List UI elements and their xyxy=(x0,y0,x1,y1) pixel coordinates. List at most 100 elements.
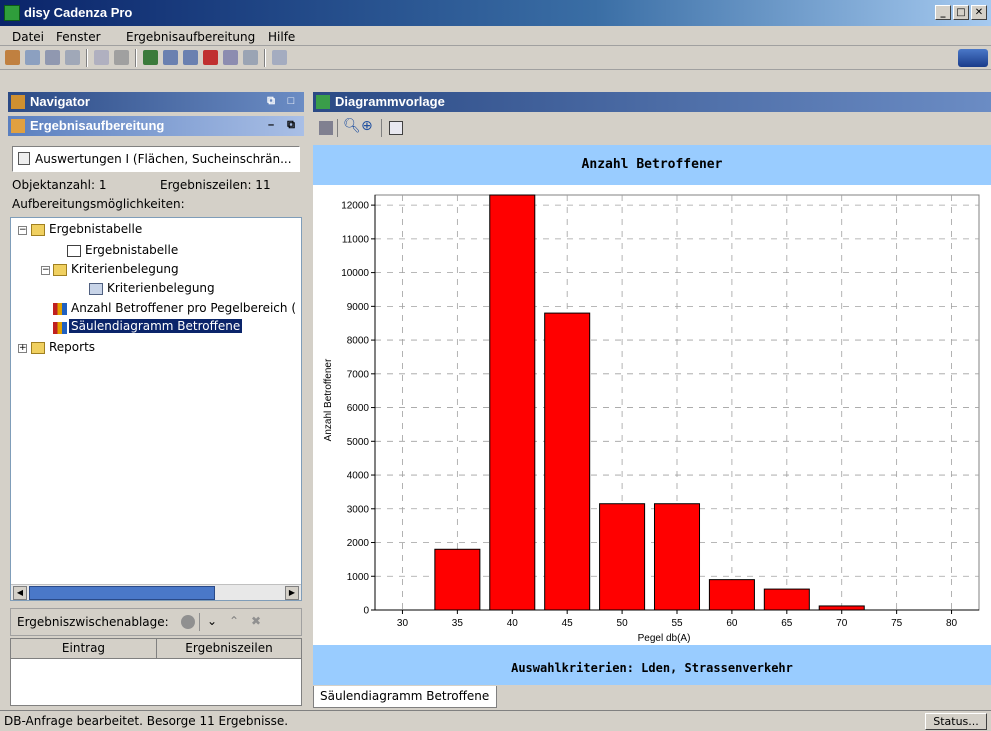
chart-toolbar: 🔍︎ ⊕ xyxy=(313,116,991,140)
maximize-button[interactable]: □ xyxy=(953,5,969,20)
chart-title: Anzahl Betroffener xyxy=(581,157,723,172)
y-tick-label: 4000 xyxy=(347,471,370,482)
y-tick-label: 2000 xyxy=(347,538,370,549)
y-tick-label: 12000 xyxy=(341,201,369,212)
x-tick-label: 55 xyxy=(671,618,683,629)
query-icon[interactable] xyxy=(163,50,178,65)
tree-item-anzahl-betroffener[interactable]: Anzahl Betroffener pro Pegelbereich ( xyxy=(71,301,296,315)
y-tick-label: 3000 xyxy=(347,504,370,515)
y-tick-label: 0 xyxy=(363,606,369,617)
save-icon[interactable] xyxy=(319,121,333,135)
toolbar-separator xyxy=(135,49,137,67)
diagramm-header: Diagrammvorlage xyxy=(313,92,991,112)
clipboard-icon[interactable] xyxy=(181,615,195,629)
y-tick-label: 11000 xyxy=(342,234,370,245)
menu-datei[interactable]: Datei xyxy=(12,30,44,44)
folder-open-icon xyxy=(31,224,45,236)
navigator-icon xyxy=(11,95,25,109)
scroll-thumb[interactable] xyxy=(29,586,215,600)
menu-ergebnisaufbereitung[interactable]: Ergebnisaufbereitung xyxy=(126,30,255,44)
objektanzahl: Objektanzahl: 1 xyxy=(12,178,107,192)
x-tick-label: 60 xyxy=(726,618,738,629)
bar xyxy=(818,605,865,611)
col-header-ergebniszeilen[interactable]: Ergebniszeilen xyxy=(157,639,301,659)
restore-icon[interactable]: ⧉ xyxy=(264,94,278,108)
zoom-icon[interactable]: 🔍︎ xyxy=(343,118,361,134)
menu-fenster[interactable]: Fenster xyxy=(56,30,101,44)
bar xyxy=(544,312,591,611)
bar xyxy=(489,194,536,611)
x-tick-label: 65 xyxy=(781,618,793,629)
x-tick-label: 75 xyxy=(891,618,903,629)
tree-hscrollbar[interactable]: ◀ ▶ xyxy=(11,584,301,600)
tree-item-kriterienbelegung-folder[interactable]: Kriterienbelegung xyxy=(71,262,179,276)
tab-saeulendiagramm[interactable]: Säulendiagramm Betroffene xyxy=(313,686,497,708)
menu-hilfe[interactable]: Hilfe xyxy=(268,30,295,44)
zwischenablage-bar: Ergebniszwischenablage: ⌄ ⌃ ✖ xyxy=(10,608,302,636)
tree-icon[interactable] xyxy=(25,50,40,65)
stop-icon[interactable] xyxy=(114,50,129,65)
minimize-button[interactable]: _ xyxy=(935,5,951,20)
chart-icon[interactable] xyxy=(203,50,218,65)
aufbereitung-tree: − Ergebnistabelle Ergebnistabelle − Krit… xyxy=(10,217,302,601)
chart-icon xyxy=(53,303,67,315)
col-header-eintrag[interactable]: Eintrag xyxy=(11,639,157,659)
query-edit-icon[interactable] xyxy=(183,50,198,65)
y-tick-label: 1000 xyxy=(347,572,370,583)
minimize-icon[interactable]: – xyxy=(264,118,278,132)
title-bar: disy Cadenza Pro _ □ ✕ xyxy=(0,0,991,26)
bar xyxy=(708,579,755,611)
filter-icon xyxy=(89,283,103,295)
main-toolbar xyxy=(0,46,991,70)
auswertung-selector[interactable]: Auswertungen I (Flächen, Sucheinschrän..… xyxy=(12,146,300,172)
bar xyxy=(763,588,810,611)
navigator-title: Navigator xyxy=(30,94,90,109)
toolbar-separator xyxy=(86,49,88,67)
y-tick-label: 9000 xyxy=(347,302,370,313)
tab-label: Säulendiagramm Betroffene xyxy=(320,689,490,703)
result-icon[interactable] xyxy=(45,50,60,65)
scroll-left-icon[interactable]: ◀ xyxy=(13,586,27,600)
ergebnis-header: Ergebnisaufbereitung – ⧉ xyxy=(8,116,304,136)
tree-item-ergebnistabelle[interactable]: Ergebnistabelle xyxy=(85,243,178,257)
logo-icon xyxy=(958,49,988,67)
x-tick-label: 50 xyxy=(617,618,629,629)
x-tick-label: 40 xyxy=(507,618,519,629)
auswertung-selector-label: Auswertungen I (Flächen, Sucheinschrän..… xyxy=(35,152,292,166)
y-tick-label: 7000 xyxy=(347,369,370,380)
status-button[interactable]: Status... xyxy=(925,713,987,730)
chevron-up-icon[interactable]: ⌃ xyxy=(229,614,239,628)
table-icon[interactable] xyxy=(243,50,258,65)
tree-item-ergebnistabelle-folder[interactable]: Ergebnistabelle xyxy=(49,222,142,236)
aufbereitung-label: Aufbereitungsmöglichkeiten: xyxy=(12,197,185,211)
scroll-right-icon[interactable]: ▶ xyxy=(285,586,299,600)
maximize-icon[interactable]: □ xyxy=(284,94,298,108)
globe-icon[interactable] xyxy=(143,50,158,65)
collapse-icon[interactable]: − xyxy=(18,226,27,235)
separator xyxy=(381,119,382,137)
home-icon[interactable] xyxy=(5,50,20,65)
tree-item-saeulendiagramm[interactable]: Säulendiagramm Betroffene xyxy=(69,319,243,333)
close-button[interactable]: ✕ xyxy=(971,5,987,20)
y-axis-label: Anzahl Betroffener xyxy=(323,358,334,441)
folder-icon xyxy=(31,342,45,354)
report-icon[interactable] xyxy=(223,50,238,65)
collapse-icon[interactable]: − xyxy=(41,266,50,275)
select-icon[interactable] xyxy=(65,50,80,65)
status-message: DB-Anfrage bearbeitet. Besorge 11 Ergebn… xyxy=(4,714,289,728)
expand-icon[interactable]: + xyxy=(18,344,27,353)
restore-icon[interactable]: ⧉ xyxy=(284,118,298,132)
properties-icon[interactable] xyxy=(389,121,403,135)
tree-item-kriterienbelegung[interactable]: Kriterienbelegung xyxy=(107,281,215,295)
export-icon[interactable] xyxy=(272,50,287,65)
navigator-header: Navigator ⧉ □ xyxy=(8,92,304,112)
zoom-in-icon[interactable]: ⊕ xyxy=(361,118,373,134)
window-title: disy Cadenza Pro xyxy=(24,5,133,20)
y-tick-label: 5000 xyxy=(347,437,370,448)
y-tick-label: 8000 xyxy=(347,336,370,347)
delete-icon[interactable]: ✖ xyxy=(251,614,261,628)
layers-icon[interactable] xyxy=(94,50,109,65)
tree-item-reports[interactable]: Reports xyxy=(49,340,95,354)
zwischenablage-label: Ergebniszwischenablage: xyxy=(17,615,169,629)
chevron-down-icon[interactable]: ⌄ xyxy=(207,614,217,628)
